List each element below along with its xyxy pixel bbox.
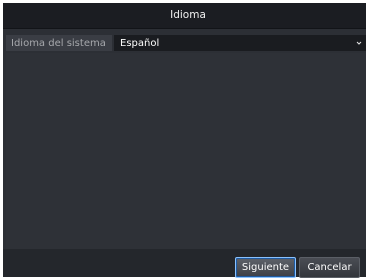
dialog-titlebar: Idioma: [3, 3, 366, 29]
chevron-down-icon: [356, 41, 362, 45]
system-language-label: Idioma del sistema: [6, 35, 112, 51]
system-language-row: Idioma del sistema Español: [6, 35, 366, 51]
dialog-title: Idioma: [170, 8, 206, 21]
content-area: [6, 53, 366, 249]
cancel-button[interactable]: Cancelar: [299, 257, 360, 278]
system-language-value: Español: [120, 37, 160, 49]
next-button[interactable]: Siguiente: [235, 257, 296, 278]
language-dialog: Idioma Idioma del sistema Español: [3, 3, 366, 277]
system-language-select[interactable]: Español: [114, 35, 366, 51]
